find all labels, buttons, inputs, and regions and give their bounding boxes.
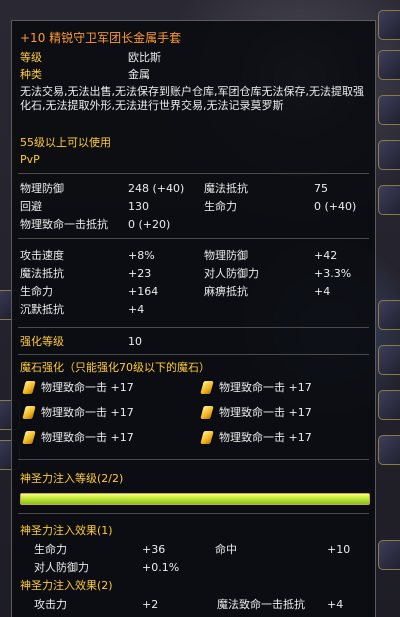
enhance-value: 10 (128, 335, 142, 348)
divine-level-label: 神圣力注入等级(2/2) (20, 472, 124, 485)
stat-value: +42 (314, 249, 338, 262)
stat-value: +4 (128, 303, 145, 316)
stat-label: 命中 (215, 543, 237, 556)
stat-label: 沉默抵抗 (20, 303, 64, 316)
level-requirement: 55级以上可以使用 (20, 136, 111, 149)
divine-progress-bar (20, 493, 370, 505)
manastone-slot: 物理致命一击 +17 (22, 379, 134, 395)
stat-label: 攻击力 (34, 598, 67, 611)
type-value: 金属 (128, 68, 150, 81)
stat-label: 物理防御 (204, 249, 248, 262)
divine-effect1-header: 神圣力注入效果(1) (20, 524, 113, 537)
inventory-slot[interactable] (378, 10, 400, 40)
divine-effect2-header: 神圣力注入效果(2) (20, 579, 113, 592)
stat-label: 对人防御力 (204, 267, 259, 280)
manastone-slot: 物理致命一击 +17 (200, 379, 312, 395)
manastone-icon (22, 380, 36, 395)
manastone-header: 魔石强化（只能强化70级以下的魔石） (20, 361, 210, 374)
pvp-tag: PvP (20, 153, 40, 166)
manastone-slot: 物理致命一击 +17 (22, 404, 134, 420)
manastone-icon (200, 380, 214, 395)
stat-label: 攻击速度 (20, 249, 64, 262)
stat-label: 物理防御 (20, 182, 64, 195)
divider (18, 327, 369, 328)
stat-label: 魔法抵抗 (204, 182, 248, 195)
manastone-slot: 物理致命一击 +17 (200, 404, 312, 420)
level-value: 欧比斯 (128, 51, 161, 64)
restrictions-text: 无法交易,无法出售,无法保存到账户仓库,军团仓库无法保存,无法提取强化石,无法提… (20, 85, 364, 112)
stat-label: 物理致命一击抵抗 (20, 218, 108, 231)
stat-label: 麻痹抵抗 (204, 285, 248, 298)
divider (18, 354, 369, 355)
stat-value: +164 (128, 285, 159, 298)
divine-progress-fill (21, 494, 369, 504)
item-tooltip: +10 精锐守卫军团长金属手套 等级 欧比斯 种类 金属 无法交易,无法出售,无… (11, 20, 376, 617)
stat-value: 0 (+40) (314, 200, 357, 213)
inventory-slot[interactable] (378, 185, 400, 215)
manastone-icon (200, 405, 214, 420)
inventory-slot[interactable] (378, 435, 400, 465)
stat-value: 248 (+40) (128, 182, 185, 195)
stat-label: 生命力 (20, 285, 53, 298)
item-title: +10 精锐守卫军团长金属手套 (20, 31, 182, 45)
stat-value: +4 (327, 598, 344, 611)
stat-value: 0 (+20) (128, 218, 171, 231)
inventory-slot[interactable] (378, 50, 400, 80)
stat-label: 回避 (20, 200, 42, 213)
manastone-icon (200, 430, 214, 445)
inventory-slot[interactable] (378, 140, 400, 170)
stat-value: 130 (128, 200, 149, 213)
inventory-slot[interactable] (378, 300, 400, 330)
divider (18, 238, 369, 239)
stat-value: +2 (142, 598, 159, 611)
stat-value: +23 (128, 267, 152, 280)
stat-value: +10 (327, 543, 351, 556)
inventory-slot[interactable] (378, 95, 400, 125)
manastone-slot: 物理致命一击 +17 (22, 429, 134, 445)
inventory-slot[interactable] (378, 345, 400, 375)
manastone-icon (22, 430, 36, 445)
divider (18, 173, 369, 174)
stat-value: +3.3% (314, 267, 352, 280)
type-label: 种类 (20, 68, 42, 81)
enhance-label: 强化等级 (20, 335, 64, 348)
stat-value: +4 (314, 285, 331, 298)
stat-label: 生命力 (204, 200, 237, 213)
stat-value: +8% (128, 249, 155, 262)
stat-value: 75 (314, 182, 328, 195)
manastone-slot: 物理致命一击 +17 (200, 429, 312, 445)
divider (18, 459, 369, 460)
stat-label: 魔法抵抗 (20, 267, 64, 280)
stat-label: 对人防御力 (34, 561, 89, 574)
stat-value: +0.1% (142, 561, 180, 574)
level-label: 等级 (20, 51, 42, 64)
inventory-slot[interactable] (378, 540, 400, 570)
stat-label: 生命力 (34, 543, 67, 556)
stat-label: 魔法致命一击抵抗 (217, 598, 305, 611)
inventory-slot[interactable] (378, 390, 400, 420)
stat-value: +36 (142, 543, 166, 556)
divider (18, 513, 369, 514)
manastone-icon (22, 405, 36, 420)
